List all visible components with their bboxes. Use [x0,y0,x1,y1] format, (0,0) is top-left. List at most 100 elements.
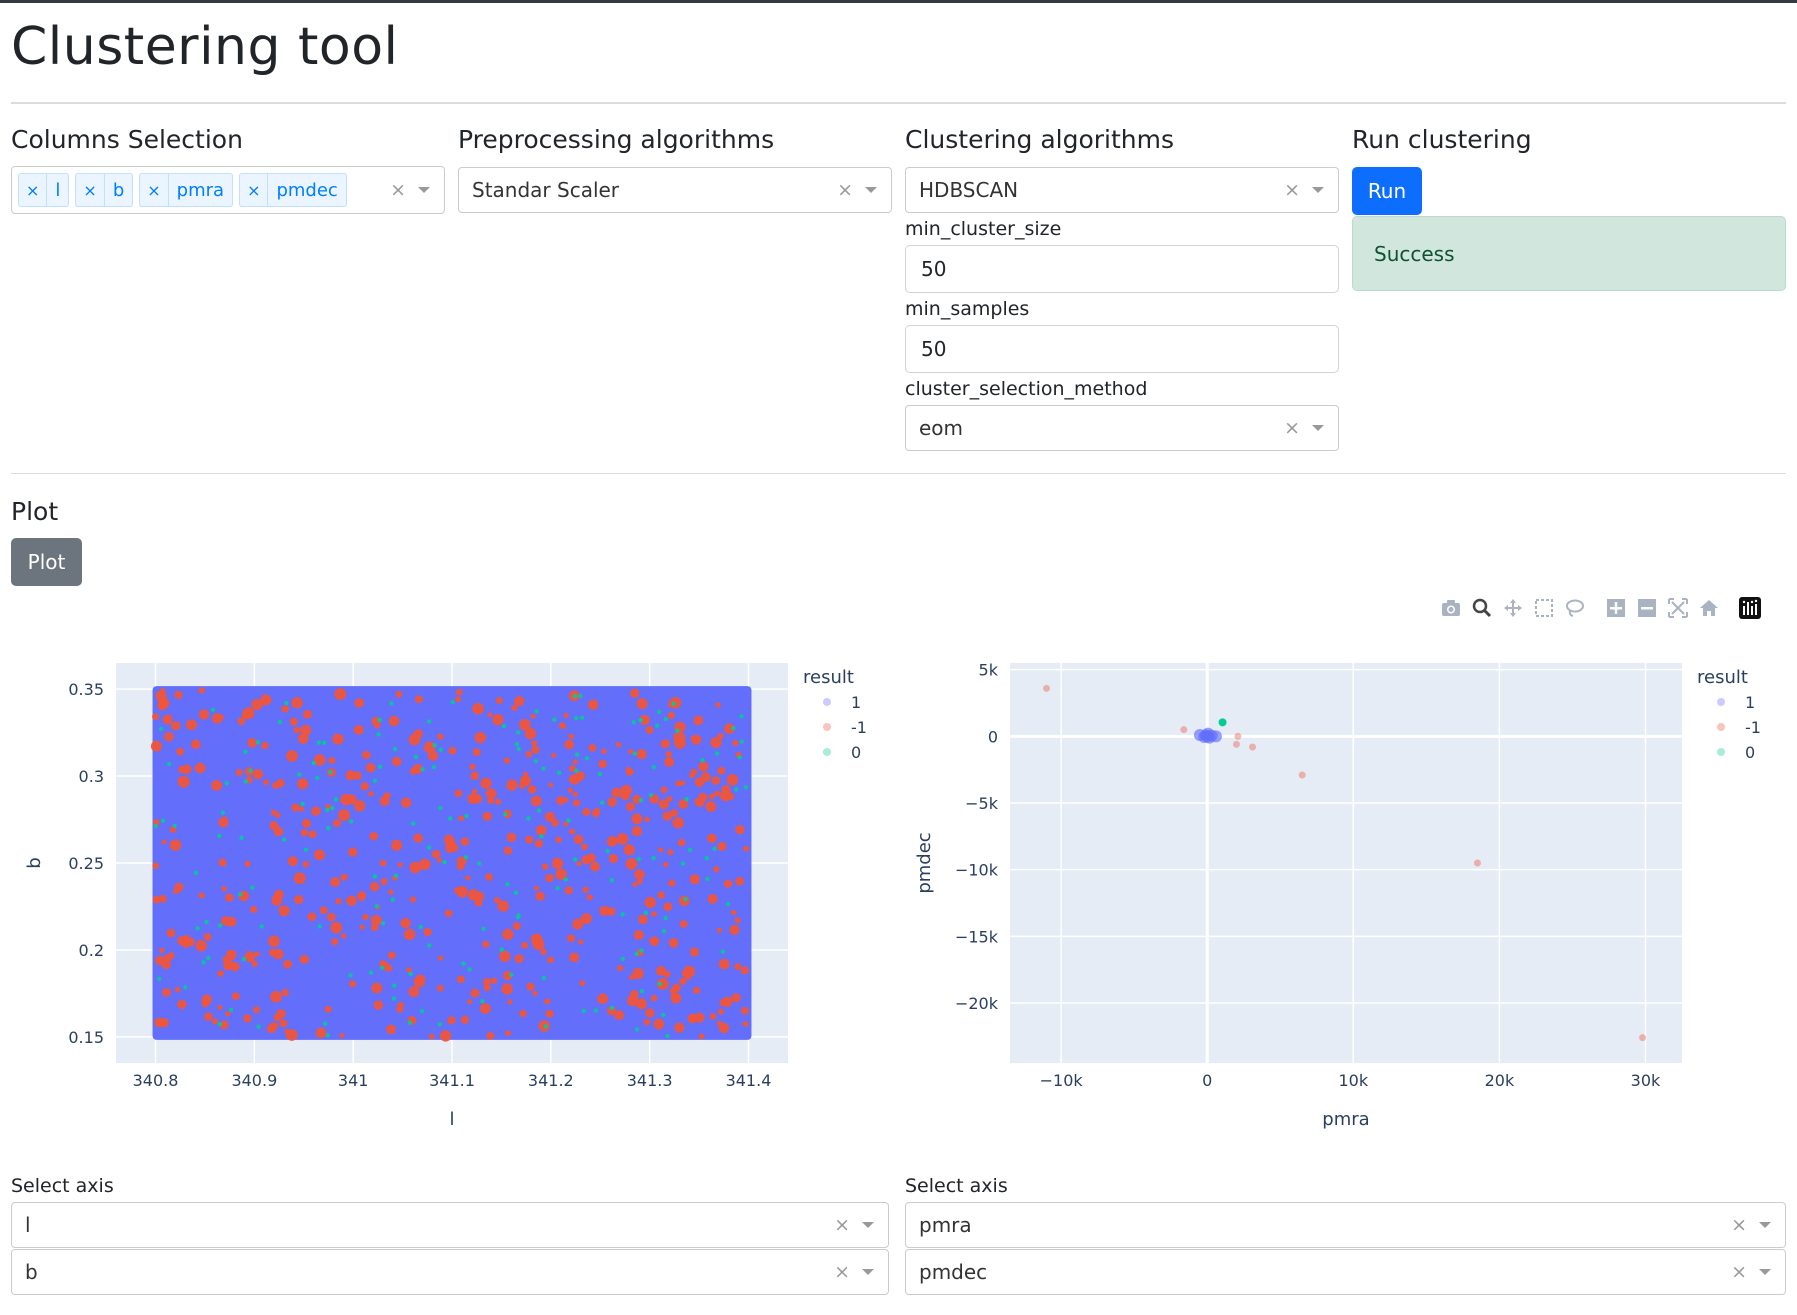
point-series--1 [668,879,676,887]
point-series--1 [588,743,597,752]
point-series--1 [620,784,633,797]
clear-icon[interactable]: × [837,179,853,201]
point-series--1 [572,759,578,765]
chevron-down-icon[interactable] [1312,187,1324,193]
run-title: Run clustering [1352,125,1532,154]
y-axis-select-right[interactable]: pmdec × [905,1249,1786,1295]
chevron-down-icon[interactable] [862,1269,874,1275]
y-axis-title: pmdec [914,832,935,893]
point-series-0 [654,723,660,728]
chip-remove-icon[interactable]: × [19,174,48,206]
lasso-icon[interactable] [1564,597,1586,619]
point-series-0 [534,709,539,714]
scatter-chart-l-b[interactable]: 340.8 340.9 341 341.1 341.2 341.3 341.4 0.15 0.2… [0,633,900,1143]
point-series--1 [487,712,493,718]
x-tick-label: 341.4 [726,1071,772,1090]
x-axis-select-right[interactable]: pmra × [905,1202,1786,1248]
point-series-0 [734,787,739,792]
point-series--1 [493,896,501,904]
point-series-0 [536,808,542,813]
run-button[interactable]: Run [1352,167,1422,215]
zoom-in-icon[interactable] [1605,597,1627,619]
autoscale-icon[interactable] [1667,597,1689,619]
clear-icon[interactable]: × [1284,179,1300,201]
point-series-0 [183,985,188,990]
point-series-0 [605,848,610,854]
point-series-0 [316,740,322,745]
chevron-down-icon[interactable] [1759,1269,1771,1275]
point-series--1 [437,733,444,740]
chevron-down-icon[interactable] [418,187,430,193]
point-series-0 [255,740,261,745]
chevron-down-icon[interactable] [1759,1222,1771,1228]
point-series--1 [268,935,280,948]
plotly-logo-icon[interactable] [1739,597,1761,619]
point-series--1 [692,986,701,994]
point-series-0 [574,716,579,721]
point-series--1 [657,891,665,899]
y-axis-select-left[interactable]: b × [11,1249,889,1295]
chevron-down-icon[interactable] [862,1222,874,1228]
y-axis-value-left: b [25,1260,38,1284]
plot-button[interactable]: Plot [11,538,82,586]
point-series-0 [661,1012,666,1018]
y-tick-label: −20k [955,994,999,1013]
point-series--1 [472,748,481,757]
x-tick-label: −10k [1040,1071,1084,1090]
point-series--1 [708,793,715,800]
pan-icon[interactable] [1502,597,1524,619]
point-series-0 [639,948,644,953]
reset-axes-icon[interactable] [1698,597,1720,619]
point-series--1 [674,1022,685,1033]
point-series--1 [726,773,739,786]
min-samples-input[interactable] [905,325,1339,373]
preprocessing-select[interactable]: Standar Scaler × [458,167,892,213]
clustering-select[interactable]: HDBSCAN × [905,167,1339,213]
chip-remove-icon[interactable]: × [76,174,105,206]
point-series--1 [645,1008,655,1018]
point-series--1 [732,740,739,747]
box-select-icon[interactable] [1533,597,1555,619]
point-series-0 [166,761,172,767]
point-series--1 [535,891,545,901]
columns-multiselect[interactable]: × l × b × pmra × pmdec × [11,166,445,214]
point-series--1 [531,745,540,754]
point-series--1 [395,690,403,698]
clear-icon[interactable]: × [1284,417,1300,439]
clear-icon[interactable]: × [1731,1214,1747,1236]
point-series--1 [166,928,176,938]
chip-remove-icon[interactable]: × [140,174,169,206]
point-series--1 [582,807,591,816]
scatter-chart-pmra-pmdec[interactable]: −10k 0 10k 20k 30k 5k 0 −5k −10k −15k −20k pmra pmde… [895,633,1797,1143]
clear-icon[interactable]: × [390,179,406,201]
min-cluster-size-input[interactable] [905,245,1339,293]
point-series--1 [171,721,181,731]
point-series--1 [1234,732,1242,740]
chip-remove-icon[interactable]: × [240,174,269,206]
clear-icon[interactable]: × [834,1261,850,1283]
x-tick-label: 30k [1631,1071,1661,1090]
point-series--1 [480,777,492,789]
clear-icon[interactable]: × [1731,1261,1747,1283]
chevron-down-icon[interactable] [1312,425,1324,431]
point-series--1 [504,1030,511,1037]
point-series-0 [572,857,578,862]
chevron-down-icon[interactable] [865,187,877,193]
point-series-0 [201,960,206,965]
x-axis-select-left[interactable]: l × [11,1202,889,1248]
cluster-selection-method-select[interactable]: eom × [905,405,1339,451]
point-series--1 [178,766,186,774]
zoom-icon[interactable] [1471,597,1493,619]
point-series--1 [223,962,232,971]
point-series--1 [1298,771,1306,779]
point-series-0 [631,719,636,725]
point-series--1 [287,856,298,867]
camera-icon[interactable] [1440,597,1462,619]
zoom-out-icon[interactable] [1636,597,1658,619]
point-series--1 [660,786,668,794]
point-series-0 [499,947,504,952]
point-series-0 [330,805,335,811]
clear-icon[interactable]: × [834,1214,850,1236]
point-series--1 [482,811,492,822]
legend-label-0: 0 [1745,743,1755,762]
